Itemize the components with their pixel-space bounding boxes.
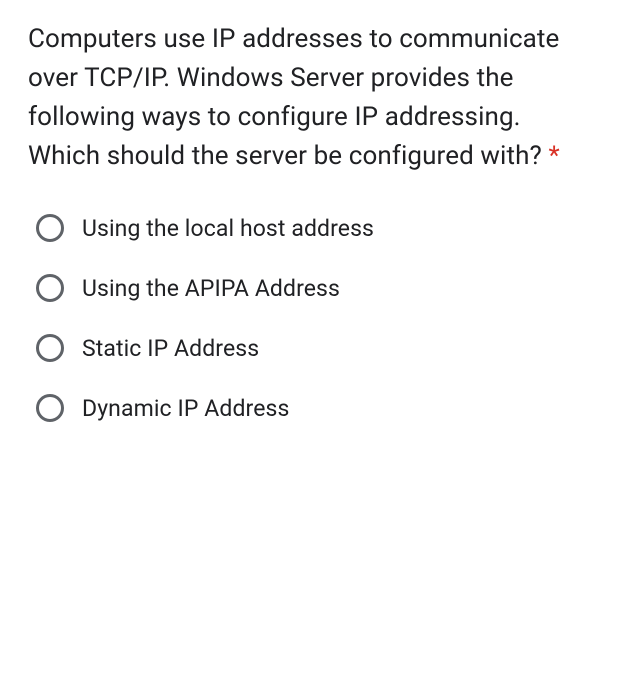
option-static-ip[interactable]: Static IP Address	[36, 334, 593, 362]
radio-icon	[36, 274, 64, 302]
option-label: Using the APIPA Address	[82, 275, 340, 302]
question-prompt: Computers use IP addresses to communicat…	[28, 24, 559, 171]
option-dynamic-ip[interactable]: Dynamic IP Address	[36, 394, 593, 422]
option-label: Dynamic IP Address	[82, 395, 289, 422]
option-local-host[interactable]: Using the local host address	[36, 214, 593, 242]
required-asterisk: *	[548, 141, 559, 171]
option-label: Using the local host address	[82, 215, 374, 242]
radio-icon	[36, 394, 64, 422]
radio-icon	[36, 334, 64, 362]
option-apipa[interactable]: Using the APIPA Address	[36, 274, 593, 302]
radio-icon	[36, 214, 64, 242]
options-group: Using the local host address Using the A…	[28, 214, 593, 422]
question-text: Computers use IP addresses to communicat…	[28, 20, 593, 176]
option-label: Static IP Address	[82, 335, 259, 362]
